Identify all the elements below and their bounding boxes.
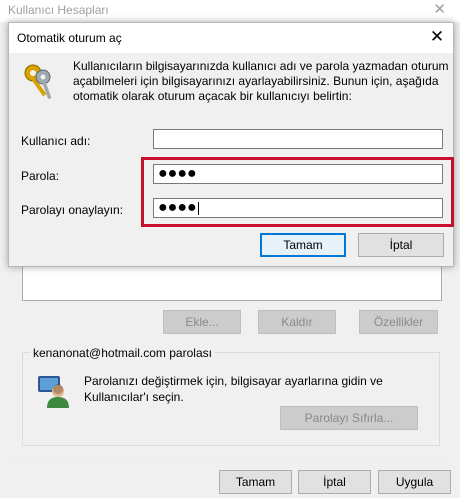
keys-icon [24,64,52,100]
users-listbox[interactable] [22,262,442,301]
user-icon [38,376,69,408]
add-button[interactable]: Ekle... [163,310,241,334]
divider [8,460,454,461]
ok-button[interactable]: Tamam [219,470,292,494]
properties-button[interactable]: Özellikler [359,310,438,334]
dialog-description: Kullanıcıların bilgisayarınızda kullanıc… [73,59,449,103]
remove-button[interactable]: Kaldır [258,310,336,334]
username-label: Kullanıcı adı: [21,134,91,148]
password-instructions: Parolanızı değiştirmek için, bilgisayar … [84,374,383,404]
dialog-cancel-button[interactable]: İptal [358,233,444,257]
confirm-password-label: Parolayı onaylayın: [21,203,124,217]
highlight-box [141,157,454,227]
auto-logon-dialog: Otomatik oturum aç ✕ Kullanıcıların bilg… [8,22,454,267]
user-accounts-title: Kullanıcı Hesapları [8,3,109,17]
dialog-title: Otomatik oturum aç [17,31,122,45]
password-group-label: kenanonat@hotmail.com parolası [30,346,215,360]
close-icon[interactable]: ✕ [433,0,446,18]
apply-button[interactable]: Uygula [378,470,451,494]
username-field[interactable] [153,129,443,149]
user-accounts-titlebar: Kullanıcı Hesapları ✕ [0,0,460,22]
close-icon[interactable]: ✕ [427,27,447,47]
dialog-titlebar: Otomatik oturum aç ✕ [9,23,453,53]
reset-password-button[interactable]: Parolayı Sıfırla... [280,406,418,430]
dialog-ok-button[interactable]: Tamam [260,233,346,257]
cancel-button[interactable]: İptal [298,470,371,494]
password-label: Parola: [21,169,60,183]
